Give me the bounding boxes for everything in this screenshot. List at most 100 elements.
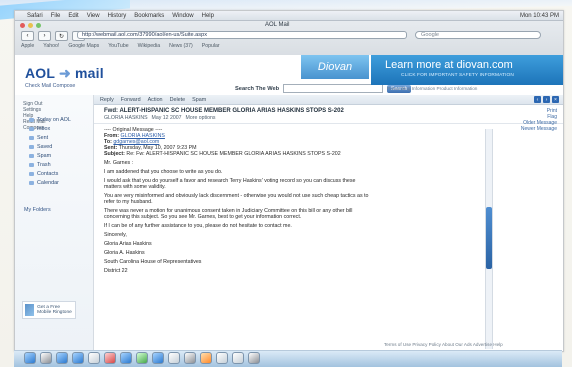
- safari-icon[interactable]: [152, 352, 164, 364]
- message-header: Fwd: ALERT-HISPANIC SC HOUSE MEMBER GLOR…: [94, 107, 563, 132]
- message-date: May 12 2007: [151, 115, 182, 121]
- folder-spam[interactable]: Spam: [29, 153, 71, 159]
- sent-icon: [29, 136, 34, 140]
- bookmark-yahoo[interactable]: Yahoo!: [43, 43, 59, 49]
- downloads-icon[interactable]: [232, 352, 244, 364]
- mail-icon[interactable]: [56, 352, 68, 364]
- footer-links[interactable]: Terms of Use Privacy Policy About Our Ad…: [384, 342, 503, 347]
- folder-label: Spam: [37, 153, 52, 159]
- scrollbar-thumb[interactable]: [486, 207, 492, 269]
- mail-search-input[interactable]: [283, 84, 384, 93]
- folder-calendar[interactable]: Calendar: [29, 180, 71, 186]
- account-actions[interactable]: Check Mail Compose: [25, 83, 75, 89]
- folder-icon: [29, 118, 34, 122]
- close-window-button[interactable]: [20, 23, 25, 28]
- message-header-links: Print Flag Older Message Newer Message: [521, 108, 557, 132]
- minimize-window-button[interactable]: [28, 23, 33, 28]
- window-controls: [20, 23, 41, 28]
- system-preferences-icon[interactable]: [184, 352, 196, 364]
- folder-trash[interactable]: Trash: [29, 162, 71, 168]
- folder-today-on-aol[interactable]: Today on AOL: [29, 117, 71, 123]
- menu-bookmarks[interactable]: Bookmarks: [134, 13, 164, 19]
- menu-status-area: Mon 10:43 PM: [520, 13, 559, 19]
- body-line-11: District 22: [104, 268, 128, 274]
- folder-contacts[interactable]: Contacts: [29, 171, 71, 177]
- browser-nav-controls: ‹ › ↻ +: [21, 31, 85, 41]
- reload-button[interactable]: ↻: [55, 31, 68, 41]
- address-book-icon[interactable]: [88, 352, 100, 364]
- itunes-icon[interactable]: [120, 352, 132, 364]
- message-toolbar: Reply Forward Action Delete Spam ‹ › ×: [94, 95, 563, 105]
- close-message-button[interactable]: ×: [552, 96, 559, 103]
- body-line-4: You are very misinformed and obviously l…: [104, 193, 369, 205]
- menu-safari[interactable]: Safari: [27, 13, 43, 19]
- message-scrollbar[interactable]: [485, 129, 493, 349]
- trash-icon[interactable]: [248, 352, 260, 364]
- menu-help[interactable]: Help: [202, 13, 214, 19]
- promo-links[interactable]: Prescribing Information Product Informat…: [387, 86, 477, 91]
- bookmarks-bar: Apple Yahoo! Google Maps YouTube Wikiped…: [21, 43, 220, 49]
- previous-message-button[interactable]: ‹: [534, 96, 541, 103]
- action-button[interactable]: Action: [148, 97, 163, 103]
- menu-file[interactable]: File: [51, 13, 61, 19]
- reply-button[interactable]: Reply: [100, 97, 114, 103]
- folder-label: Today on AOL: [37, 117, 71, 123]
- folder-sent[interactable]: Sent: [29, 135, 71, 141]
- bookmark-news[interactable]: News (37): [169, 43, 193, 49]
- iphoto-icon[interactable]: [136, 352, 148, 364]
- message-from[interactable]: GLORIA HASKINS: [104, 115, 148, 121]
- subject-value: Re: Fw: ALERT-HISPANIC SC HOUSE MEMBER G…: [126, 151, 341, 157]
- folder-list: Today on AOL Inbox Sent Saved Spam Trash…: [29, 117, 71, 189]
- original-subject-line: Subject: Re: Fw: ALERT-HISPANIC SC HOUSE…: [104, 151, 496, 157]
- body-line-8: Gloria Arias Haskins: [104, 241, 152, 247]
- diovan-logo[interactable]: Diovan: [301, 55, 369, 79]
- firefox-icon[interactable]: [200, 352, 212, 364]
- folder-inbox[interactable]: Inbox: [29, 126, 71, 132]
- bookmark-youtube[interactable]: YouTube: [108, 43, 128, 49]
- bookmark-wikipedia[interactable]: Wikipedia: [138, 43, 161, 49]
- menu-view[interactable]: View: [87, 13, 100, 19]
- dashboard-icon[interactable]: [40, 352, 52, 364]
- body-line-7: Sincerely,: [104, 232, 127, 238]
- next-message-button[interactable]: ›: [543, 96, 550, 103]
- browser-toolbar: AOL Mail ‹ › ↻ + http://webmail.aol.com/…: [15, 21, 563, 56]
- sidebar-ad[interactable]: Get a Free Mobile Ringtone: [22, 301, 76, 319]
- bookmark-apple[interactable]: Apple: [21, 43, 34, 49]
- folder-saved[interactable]: Saved: [29, 144, 71, 150]
- menu-history[interactable]: History: [108, 13, 127, 19]
- bookmark-google-maps[interactable]: Google Maps: [68, 43, 99, 49]
- delete-button[interactable]: Delete: [170, 97, 186, 103]
- aol-logo-text: AOL: [25, 65, 55, 81]
- spam-button[interactable]: Spam: [192, 97, 206, 103]
- back-button[interactable]: ‹: [21, 31, 34, 41]
- my-folders-header[interactable]: My Folders: [24, 207, 51, 213]
- aol-logo[interactable]: AOL ➜ mail: [25, 65, 104, 82]
- body-line-9: Gloria A. Haskins: [104, 250, 145, 256]
- menu-window[interactable]: Window: [172, 13, 193, 19]
- bookmark-popular[interactable]: Popular: [202, 43, 220, 49]
- dock-items: [24, 352, 260, 364]
- web-search-input[interactable]: Google: [415, 31, 541, 39]
- newer-message-link[interactable]: Newer Message: [521, 126, 557, 132]
- more-options-link[interactable]: More options: [186, 115, 216, 121]
- forward-button[interactable]: Forward: [121, 97, 141, 103]
- zoom-window-button[interactable]: [36, 23, 41, 28]
- finder-icon[interactable]: [24, 352, 36, 364]
- calendar-icon[interactable]: [104, 352, 116, 364]
- body-line-3: I would ask that you do yourself a favor…: [104, 178, 356, 190]
- menu-edit[interactable]: Edit: [68, 13, 78, 19]
- clock[interactable]: Mon 10:43 PM: [520, 13, 559, 19]
- preview-icon[interactable]: [168, 352, 180, 364]
- message-meta: GLORIA HASKINS May 12 2007 More options: [104, 115, 216, 121]
- address-bar[interactable]: http://webmail.aol.com/37990/aol/en-us/S…: [77, 31, 407, 39]
- saved-icon: [29, 145, 34, 149]
- forward-button[interactable]: ›: [38, 31, 51, 41]
- folder-label: Calendar: [37, 180, 59, 186]
- ichat-icon[interactable]: [72, 352, 84, 364]
- promo-banner[interactable]: Learn more at diovan.com CLICK FOR IMPOR…: [371, 55, 563, 85]
- body-line-1: Mr. Garnes :: [104, 160, 134, 166]
- photo-background: Safari File Edit View History Bookmarks …: [0, 0, 572, 367]
- message-pane: Reply Forward Action Delete Spam ‹ › × F…: [94, 95, 563, 351]
- documents-icon[interactable]: [216, 352, 228, 364]
- forwarded-header: ---- Original Message ---- From: GLORIA …: [104, 127, 496, 157]
